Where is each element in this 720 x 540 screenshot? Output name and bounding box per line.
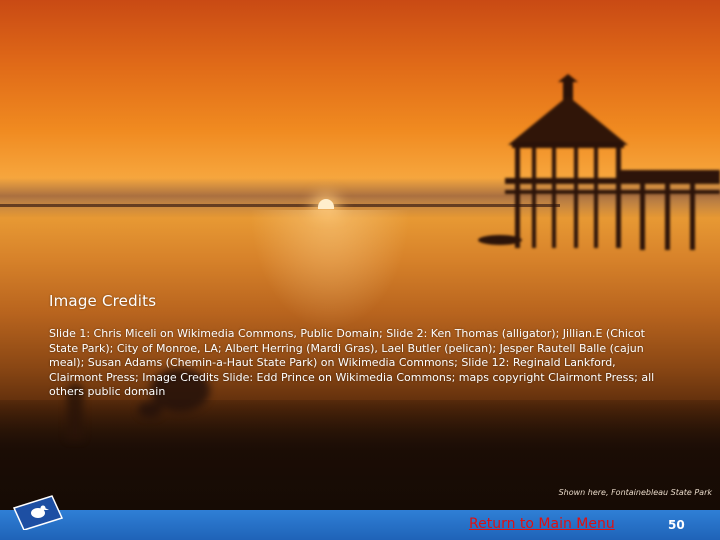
slide: Image Credits Slide 1: Chris Miceli on W… xyxy=(0,0,720,540)
slide-title: Image Credits xyxy=(49,292,157,310)
sun xyxy=(318,199,334,209)
return-to-main-menu-link[interactable]: Return to Main Menu xyxy=(469,516,615,532)
louisiana-pelican-flag-icon xyxy=(12,495,64,530)
credits-text: Slide 1: Chris Miceli on Wikimedia Commo… xyxy=(49,327,655,398)
gazebo-silhouette xyxy=(478,74,720,250)
sun-reflection xyxy=(250,210,410,330)
page-number: 50 xyxy=(668,518,685,532)
photo-caption: Shown here, Fontainebleau State Park xyxy=(558,488,712,497)
